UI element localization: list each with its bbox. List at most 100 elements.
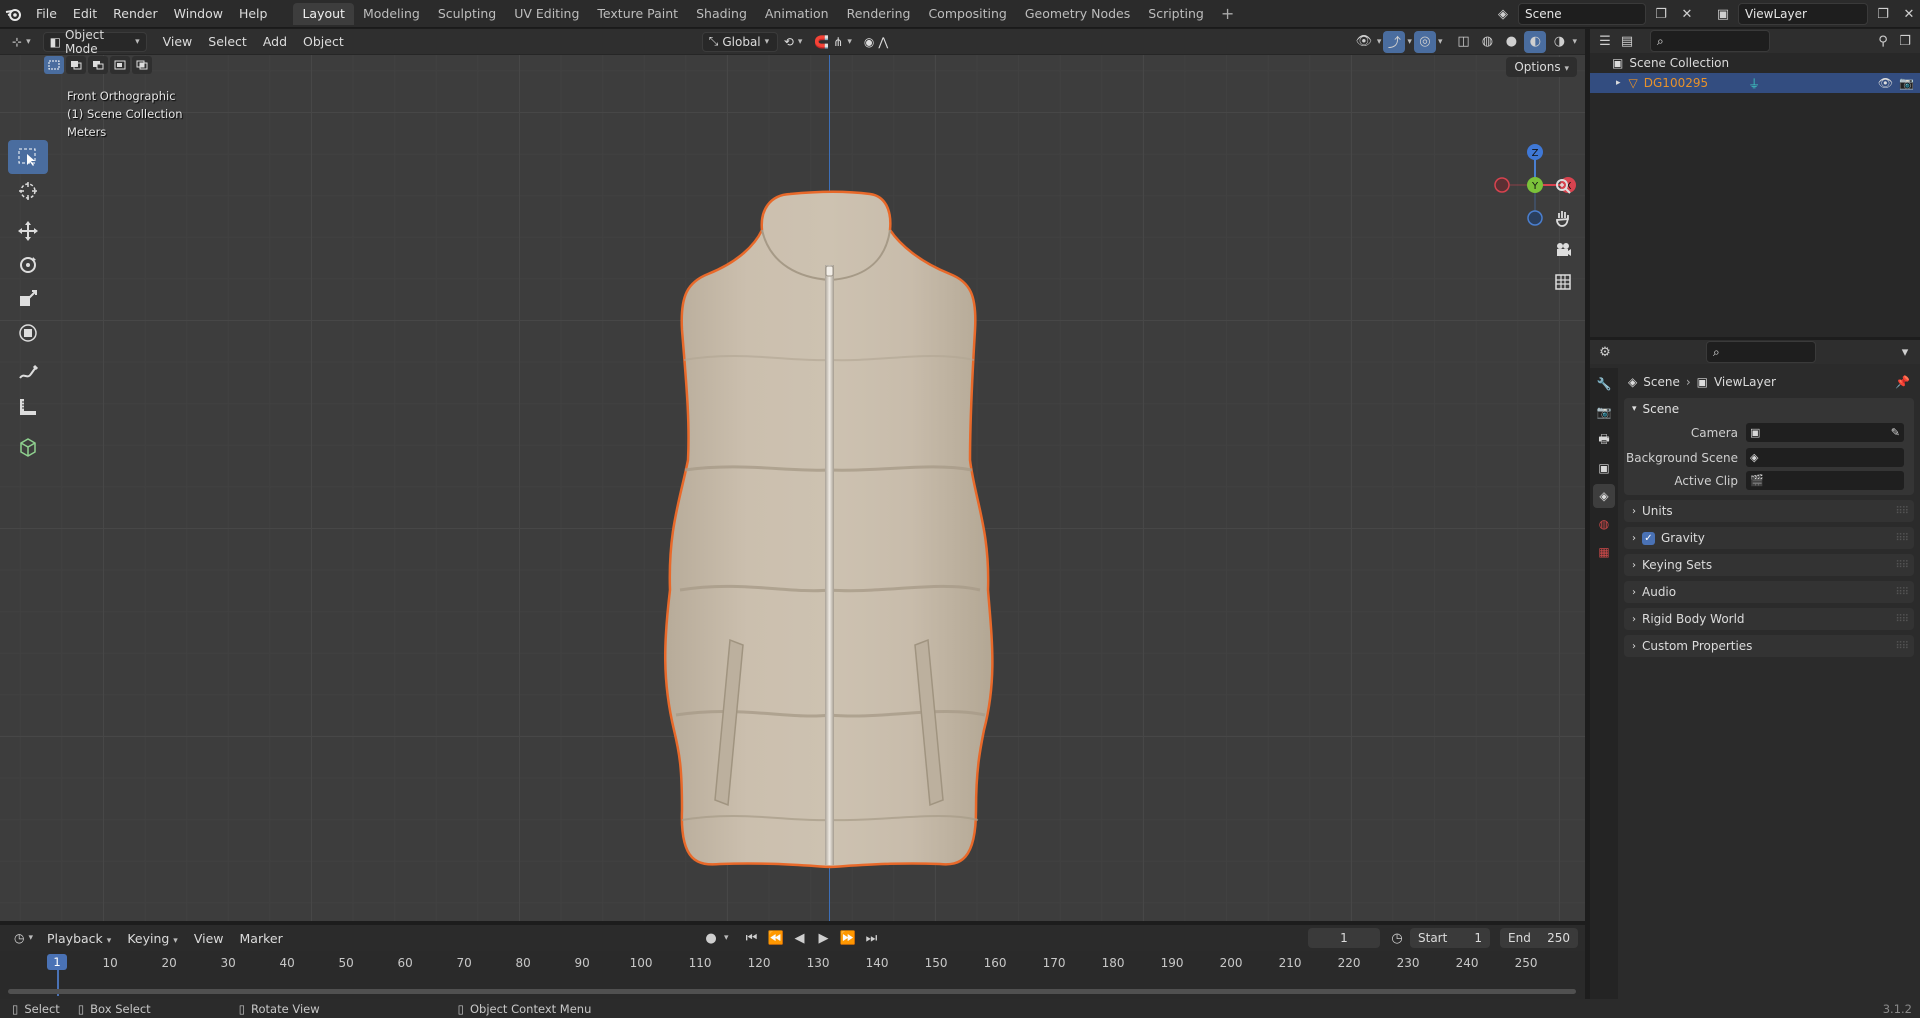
drag-handle-icon[interactable]: ⠿⠿ [1895, 587, 1909, 598]
outliner-search-input[interactable]: ⌕ [1650, 30, 1770, 52]
editor-type-button[interactable]: ⊹ ▾ [6, 32, 37, 52]
menu-select[interactable]: Select [200, 34, 255, 49]
keying-sets-panel[interactable]: › Keying Sets ⠿⠿ [1624, 554, 1914, 576]
menu-edit[interactable]: Edit [65, 3, 105, 25]
display-mode-icon[interactable]: ▤ [1616, 30, 1638, 52]
new-collection-icon[interactable]: ❐ [1894, 30, 1916, 52]
rigid-body-world-panel[interactable]: › Rigid Body World ⠿⠿ [1624, 608, 1914, 630]
blender-logo-icon[interactable] [0, 0, 28, 28]
gravity-panel[interactable]: › ✓ Gravity ⠿⠿ [1624, 527, 1914, 549]
render-tab-icon[interactable]: 📷 [1593, 400, 1615, 424]
view-layer-icon[interactable]: ▣ [1712, 3, 1734, 25]
play-reverse-icon[interactable]: ◀ [789, 927, 811, 949]
options-button[interactable]: Options ▾ [1506, 57, 1577, 77]
units-panel[interactable]: › Units ⠿⠿ [1624, 500, 1914, 522]
scale-tool-icon[interactable] [8, 282, 48, 316]
tab-scripting[interactable]: Scripting [1139, 3, 1213, 25]
preview-range-icon[interactable]: ◷ [1386, 927, 1408, 949]
material-shading-icon[interactable]: ◐ [1524, 30, 1547, 53]
view-layer-selector[interactable]: ViewLayer [1738, 3, 1868, 25]
tab-shading[interactable]: Shading [687, 3, 756, 25]
camera-view-icon[interactable] [1550, 237, 1576, 263]
timeline-editor-type-button[interactable]: ◷ ▾ [8, 928, 39, 948]
delete-view-layer-icon[interactable]: ✕ [1898, 3, 1920, 25]
tab-sculpting[interactable]: Sculpting [429, 3, 505, 25]
drag-handle-icon[interactable]: ⠿⠿ [1895, 506, 1909, 517]
new-scene-icon[interactable]: ❐ [1650, 3, 1672, 25]
select-invert-icon[interactable] [110, 56, 130, 74]
outliner-row-object[interactable]: ▸ ▽ DG100295 ⏚ 👁 📷 [1590, 73, 1920, 93]
tab-animation[interactable]: Animation [756, 3, 838, 25]
overlays-toggle-icon[interactable]: ◎ [1413, 30, 1436, 53]
tab-rendering[interactable]: Rendering [838, 3, 920, 25]
jump-prev-keyframe-icon[interactable]: ⏪ [765, 927, 787, 949]
end-frame-field[interactable]: End 250 [1500, 928, 1578, 948]
current-frame-field[interactable]: 1 [1308, 928, 1380, 948]
3d-viewport[interactable]: Front Orthographic (1) Scene Collection … [0, 55, 1585, 921]
add-workspace-icon[interactable]: + [1213, 4, 1242, 23]
visibility-icon[interactable]: 👁 [1353, 31, 1375, 53]
gizmo-toggle-icon[interactable]: ⤴ [1383, 30, 1406, 53]
start-frame-field[interactable]: Start 1 [1410, 928, 1490, 948]
playhead[interactable]: 1 [47, 954, 67, 970]
play-icon[interactable]: ▶ [813, 927, 835, 949]
scene-icon[interactable]: ◈ [1492, 3, 1514, 25]
scene-selector[interactable]: Scene [1518, 3, 1646, 25]
tool-settings-tab-icon[interactable]: 🔧 [1593, 372, 1615, 396]
output-tab-icon[interactable]: 🖶 [1593, 428, 1615, 452]
drag-handle-icon[interactable]: ⠿⠿ [1895, 614, 1909, 625]
texture-tab-icon[interactable]: ▦ [1593, 540, 1615, 564]
new-view-layer-icon[interactable]: ❐ [1872, 3, 1894, 25]
background-scene-field[interactable]: ◈ [1746, 448, 1904, 467]
vest-mesh-object[interactable] [640, 170, 1020, 880]
menu-view[interactable]: View [155, 34, 201, 49]
jump-next-keyframe-icon[interactable]: ⏩ [837, 927, 859, 949]
render-camera-icon[interactable]: 📷 [1899, 76, 1914, 90]
record-keyframe-icon[interactable]: ● [700, 927, 722, 949]
select-subtract-icon[interactable] [88, 56, 108, 74]
tab-geometry-nodes[interactable]: Geometry Nodes [1016, 3, 1139, 25]
select-box-tool-icon[interactable] [8, 140, 48, 174]
menu-render[interactable]: Render [105, 3, 166, 25]
drag-handle-icon[interactable]: ⠿⠿ [1895, 641, 1909, 652]
menu-keying[interactable]: Keying ▾ [119, 931, 186, 946]
tab-compositing[interactable]: Compositing [919, 3, 1015, 25]
wireframe-shading-icon[interactable]: ◍ [1476, 31, 1498, 53]
rotate-tool-icon[interactable] [8, 248, 48, 282]
orientation-dropdown[interactable]: ⤡ Global ▾ [701, 31, 778, 52]
select-intersect-icon[interactable] [132, 56, 152, 74]
scene-panel-header[interactable]: ▾ Scene [1624, 398, 1914, 420]
properties-editor-type-icon[interactable]: ⚙ [1594, 341, 1616, 363]
expand-arrow-icon[interactable]: ▸ [1616, 78, 1621, 88]
zoom-icon[interactable] [1550, 173, 1576, 199]
timeline-scrollbar[interactable] [8, 989, 1576, 994]
filter-icon[interactable]: ⚲ [1872, 30, 1894, 52]
add-cube-tool-icon[interactable] [8, 430, 48, 464]
custom-properties-panel[interactable]: › Custom Properties ⠿⠿ [1624, 635, 1914, 657]
menu-add[interactable]: Add [255, 34, 295, 49]
solid-shading-icon[interactable]: ● [1500, 31, 1522, 53]
measure-tool-icon[interactable] [8, 390, 48, 424]
outliner-editor-type-icon[interactable]: ☰ [1594, 30, 1616, 52]
camera-field[interactable]: ▣ ✎ [1746, 423, 1904, 442]
gravity-checkbox[interactable]: ✓ [1642, 531, 1655, 545]
pin-icon[interactable]: 📌 [1895, 375, 1910, 389]
move-tool-icon[interactable] [8, 214, 48, 248]
menu-file[interactable]: File [28, 3, 65, 25]
menu-marker[interactable]: Marker [232, 931, 291, 946]
pan-hand-icon[interactable] [1550, 205, 1576, 231]
scene-tab-icon[interactable]: ◈ [1593, 484, 1615, 508]
transform-tool-icon[interactable] [8, 316, 48, 350]
menu-timeline-view[interactable]: View [186, 931, 232, 946]
proportional-edit-toggle[interactable]: ◉ ⋀ [858, 32, 894, 52]
menu-help[interactable]: Help [231, 3, 276, 25]
delete-scene-icon[interactable]: ✕ [1676, 3, 1698, 25]
jump-start-icon[interactable]: ⏮ [741, 927, 763, 949]
mode-dropdown[interactable]: ◧ Object Mode ▾ [42, 28, 147, 56]
drag-handle-icon[interactable]: ⠿⠿ [1895, 533, 1909, 544]
eyedropper-icon[interactable]: ✎ [1891, 426, 1900, 439]
select-extend-icon[interactable] [66, 56, 86, 74]
active-clip-field[interactable]: 🎬 [1746, 471, 1904, 490]
tab-texture-paint[interactable]: Texture Paint [588, 3, 687, 25]
tab-layout[interactable]: Layout [293, 2, 354, 25]
